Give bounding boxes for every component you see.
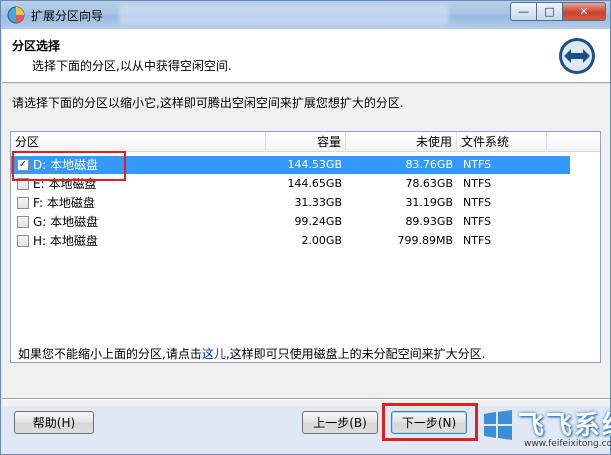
column-header-capacity[interactable]: 容量 <box>266 132 346 152</box>
column-header-partition[interactable]: 分区 <box>11 132 266 152</box>
cell-filesystem: NTFS <box>463 177 492 190</box>
footer-divider <box>2 398 610 400</box>
instruction-text: 请选择下面的分区以缩小它,这样即可腾出空闲空间来扩展您想扩大的分区. <box>12 96 404 110</box>
cell-filesystem: NTFS <box>463 158 492 171</box>
checkbox-icon[interactable] <box>17 235 29 247</box>
header-title: 分区选择 <box>12 39 61 53</box>
cell-capacity: 31.33GB <box>294 196 342 209</box>
minimize-icon: — <box>518 5 529 18</box>
wizard-header: 分区选择 选择下面的分区,以从中获得空闲空间. <box>2 29 610 83</box>
cell-filesystem: NTFS <box>463 215 492 228</box>
cell-unused: 83.76GB <box>405 158 453 171</box>
highlight-box-partition-d <box>12 151 126 181</box>
previous-button[interactable]: 上一步(B) <box>302 411 378 434</box>
close-icon: ✕ <box>579 5 589 18</box>
partition-app-icon <box>7 6 25 24</box>
cell-unused: 799.89MB <box>397 234 453 247</box>
here-link[interactable]: 这儿 <box>202 347 226 361</box>
checkbox-icon[interactable] <box>17 216 29 228</box>
windows-logo-icon <box>484 410 512 440</box>
window-title: 扩展分区向导 <box>31 9 104 23</box>
table-row[interactable]: H: 本地磁盘 2.00GB 799.89MB NTFS <box>11 232 570 250</box>
highlight-box-next <box>382 403 478 441</box>
close-button[interactable]: ✕ <box>562 2 606 21</box>
wizard-window: 扩展分区向导 — □ ✕ 分区选择 选择下面的分区,以从中获得空闲空间. 请选择… <box>0 0 611 455</box>
help-button[interactable]: 帮助(H) <box>14 411 94 434</box>
maximize-icon: □ <box>544 5 555 18</box>
table-row[interactable]: G: 本地磁盘 99.24GB 89.93GB NTFS <box>11 213 570 231</box>
cell-partition: H: 本地磁盘 <box>33 234 98 248</box>
cell-capacity: 144.65GB <box>287 177 342 190</box>
title-bar[interactable]: 扩展分区向导 — □ ✕ <box>1 1 610 29</box>
maximize-button[interactable]: □ <box>536 2 562 21</box>
table-row[interactable]: F: 本地磁盘 31.33GB 31.19GB NTFS <box>11 194 570 212</box>
checkbox-icon[interactable] <box>17 197 29 209</box>
cell-capacity: 144.53GB <box>287 158 342 171</box>
cell-unused: 31.19GB <box>405 196 453 209</box>
column-header-unused[interactable]: 未使用 <box>346 132 457 152</box>
minimize-button[interactable]: — <box>510 2 536 21</box>
column-header-filesystem[interactable]: 文件系统 <box>457 132 547 152</box>
cell-partition: G: 本地磁盘 <box>33 215 99 229</box>
cell-partition: F: 本地磁盘 <box>33 196 95 210</box>
cell-filesystem: NTFS <box>463 196 492 209</box>
header-subtitle: 选择下面的分区,以从中获得空闲空间. <box>32 59 232 73</box>
cell-capacity: 2.00GB <box>301 234 342 247</box>
window-controls: — □ ✕ <box>510 2 606 21</box>
watermark: 飞飞系统 www.feifeixitong.com <box>480 403 611 453</box>
cell-unused: 89.93GB <box>405 215 453 228</box>
list-header: 分区 容量 未使用 文件系统 <box>11 132 600 152</box>
title-blur-region <box>119 5 449 25</box>
resize-arrows-icon <box>559 38 595 74</box>
cell-filesystem: NTFS <box>463 234 492 247</box>
note-text-before: 如果您不能缩小上面的分区,请点击 <box>18 347 202 361</box>
cell-capacity: 99.24GB <box>294 215 342 228</box>
cell-unused: 78.63GB <box>405 177 453 190</box>
shrink-note: 如果您不能缩小上面的分区,请点击这儿,这样即可只使用磁盘上的未分配空间来扩大分区… <box>18 345 485 362</box>
note-text-after: ,这样即可只使用磁盘上的未分配空间来扩大分区. <box>225 347 486 361</box>
watermark-text: 飞飞系统 <box>518 411 611 441</box>
watermark-url: www.feifeixitong.com <box>524 439 611 449</box>
